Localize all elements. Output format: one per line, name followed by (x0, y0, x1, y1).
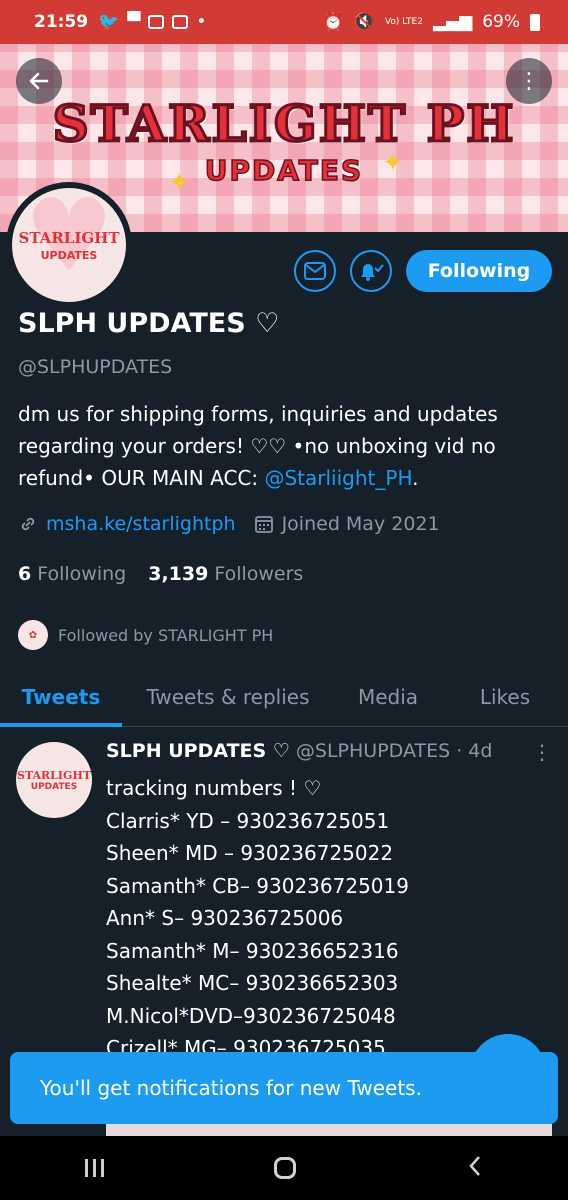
following-label: Following (37, 563, 127, 585)
avatar-image: ♥ STARLIGHT UPDATES (12, 186, 126, 302)
followed-by[interactable]: ✿ Followed by STARLIGHT PH (18, 620, 273, 650)
signal-icon: ▂▄▆ (432, 12, 473, 32)
tweet-line: Clarris* YD – 930236725051 (106, 808, 390, 833)
following-button[interactable]: Following (406, 250, 552, 292)
tweet-more-icon[interactable]: ⋮ (532, 740, 552, 764)
arrow-left-icon (29, 72, 49, 90)
mute-icon: 🔇 (353, 12, 375, 32)
tweet-author-handle: @SLPHUPDATES (295, 740, 451, 762)
back-button[interactable] (16, 58, 62, 104)
tweet-line: Samanth* CB– 930236725019 (106, 873, 409, 898)
folder-icon: ▀ (127, 12, 141, 32)
bell-check-icon (361, 264, 384, 281)
status-bar: 21:59 🐦 ▀ • ⏰ 🔇 Vo) LTE2 ▂▄▆ 69% (0, 0, 568, 44)
recent-bar-icon (101, 1159, 105, 1177)
profile-tabs: Tweets Tweets & replies Media Likes (0, 668, 568, 727)
tweet-line: Samanth* M– 930236652316 (106, 938, 399, 963)
network-label: Vo) LTE2 (384, 16, 423, 27)
battery-icon (530, 13, 540, 31)
chevron-left-icon (469, 1156, 480, 1176)
tweet-avatar[interactable]: STARLIGHT UPDATES (16, 742, 92, 818)
sparkle-icon: ✦ (382, 148, 404, 178)
tab-media[interactable]: Media (334, 668, 442, 726)
avatar-text-line2: UPDATES (40, 248, 98, 262)
profile-bio: dm us for shipping forms, inquiries and … (18, 398, 548, 494)
profile-handle: @SLPHUPDATES (18, 356, 173, 378)
followers-count-link[interactable]: 3,139 Followers (148, 563, 303, 585)
followed-by-text: Followed by STARLIGHT PH (58, 625, 274, 645)
bio-text: dm us for shipping forms, inquiries and … (18, 402, 498, 490)
notifications-button[interactable] (350, 250, 392, 292)
notification-icons: 🐦 ▀ • (98, 12, 206, 32)
profile-meta: msha.ke/starlightph Joined May 2021 (18, 513, 440, 535)
dot-icon: • (196, 12, 207, 32)
profile-avatar[interactable]: ♥ STARLIGHT UPDATES (6, 182, 132, 308)
following-count-link[interactable]: 6 Following (18, 563, 126, 585)
follower-avatar: ✿ (18, 620, 48, 650)
recent-bar-icon (93, 1159, 97, 1177)
recent-bar-icon (85, 1159, 89, 1177)
tweet-line: Sheen* MD – 930236725022 (106, 841, 394, 865)
bio-end: . (412, 466, 419, 490)
tweet-text[interactable]: tracking numbers ! ♡ Clarris* YD – 93023… (106, 772, 409, 1065)
notification-toast[interactable]: You'll get notifications for new Tweets. (10, 1052, 558, 1124)
tweet-line: Ann* S– 930236725006 (106, 906, 344, 930)
tweet-avatar-text-line1: STARLIGHT (16, 768, 92, 782)
more-vertical-icon: ⋮ (518, 68, 540, 94)
tweet-author-name[interactable]: SLPH UPDATES ♡ (106, 740, 290, 762)
tweet-avatar-text-line2: UPDATES (30, 781, 78, 792)
profile-website-link[interactable]: msha.ke/starlightph (46, 513, 236, 535)
joined-date: Joined May 2021 (281, 513, 440, 535)
recent-apps-button[interactable] (85, 1159, 105, 1177)
bio-mention-link[interactable]: @Starliight_PH (264, 466, 412, 490)
profile-name: SLPH UPDATES ♡ (18, 308, 280, 339)
message-button[interactable] (294, 250, 336, 292)
following-count: 6 (18, 563, 32, 585)
twitter-icon: 🐦 (98, 12, 120, 32)
avatar-text-line1: STARLIGHT (18, 228, 120, 247)
app-icon (172, 15, 189, 29)
system-back-button[interactable] (467, 1154, 483, 1182)
sparkle-icon: ✦ (168, 168, 190, 198)
tweet-line: Shealte* MC– 930236652303 (106, 971, 399, 995)
tab-tweets[interactable]: Tweets (0, 668, 122, 727)
calendar-icon (254, 516, 273, 533)
follow-counts: 6 Following 3,139 Followers (18, 563, 303, 585)
battery-percent: 69% (482, 12, 520, 32)
tweet-time: · 4d (456, 740, 493, 762)
gallery-icon (148, 15, 165, 29)
mail-icon (304, 262, 326, 280)
alarm-icon: ⏰ (322, 12, 344, 32)
link-icon (21, 517, 35, 531)
status-time: 21:59 (34, 12, 89, 32)
system-nav-bar (0, 1136, 568, 1200)
more-options-button[interactable]: ⋮ (506, 58, 552, 104)
tweet-line: tracking numbers ! ♡ (106, 776, 322, 800)
followers-count: 3,139 (148, 563, 209, 585)
tab-likes[interactable]: Likes (442, 668, 568, 726)
followers-label: Followers (214, 563, 304, 585)
tweet-line: M.Nicol*DVD–930236725048 (106, 1003, 396, 1028)
banner-title: STARLIGHT PH (51, 93, 516, 155)
tab-tweets-replies[interactable]: Tweets & replies (122, 668, 334, 726)
tweet-header: SLPH UPDATES ♡ @SLPHUPDATES · 4d (106, 740, 492, 762)
home-button[interactable] (274, 1157, 297, 1179)
